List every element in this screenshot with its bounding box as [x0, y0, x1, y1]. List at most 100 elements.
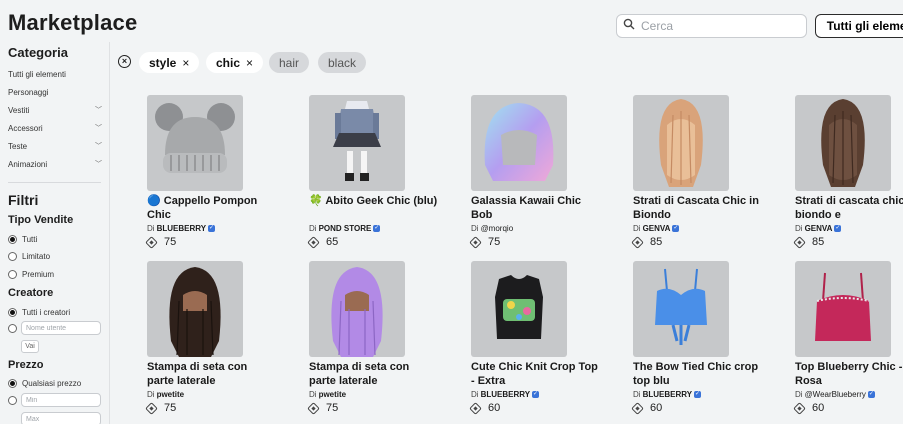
radio-unselected-icon — [8, 270, 17, 279]
sidebar-item-label: Personaggi — [8, 88, 49, 97]
item-creator[interactable]: Di @morqio — [471, 223, 601, 234]
sidebar-item-heads[interactable]: Teste ﹀ — [8, 141, 102, 151]
purple-long-hair-icon — [309, 261, 405, 357]
by-prefix: Di — [147, 224, 155, 233]
robux-icon — [307, 401, 320, 415]
item-creator[interactable]: Di POND STORE ✓ — [309, 223, 439, 234]
item-card[interactable]: Stampa di seta con parte laterale Di pwet… — [307, 261, 439, 415]
sidebar-item-label: Vestiti — [8, 105, 30, 115]
sidebar-item-characters[interactable]: Personaggi — [8, 88, 102, 97]
radio-creator-specific[interactable] — [8, 324, 22, 333]
item-price: 60 — [469, 401, 601, 415]
chip-style[interactable]: style × — [139, 52, 200, 73]
item-name[interactable]: Strati di Cascata Chic in Biondo — [633, 194, 763, 222]
creator-name: @morqio — [480, 224, 514, 233]
verified-badge-icon: ✓ — [867, 391, 875, 398]
item-creator[interactable]: Di GENVA ✓ — [633, 223, 763, 234]
item-creator[interactable]: Di pwetite — [309, 389, 439, 400]
sidebar-item-animations[interactable]: Animazioni ﹀ — [8, 159, 102, 169]
item-name[interactable]: 🍀 Abito Geek Chic (blu) — [309, 194, 439, 222]
chip-label: hair — [279, 55, 300, 70]
verified-badge-icon: ✓ — [532, 391, 540, 398]
by-prefix: Di — [633, 224, 641, 233]
chip-hair[interactable]: hair — [269, 52, 310, 73]
robux-icon — [469, 235, 482, 249]
search-box[interactable] — [616, 14, 807, 38]
chip-black[interactable]: black — [318, 52, 367, 73]
item-name[interactable]: 🔵 Cappello Pompon Chic — [147, 194, 277, 222]
price-value: 60 — [812, 402, 825, 414]
price-value: 75 — [326, 402, 339, 414]
chip-label: style — [149, 55, 177, 70]
radio-creator-all[interactable]: Tutti i creatori — [8, 308, 70, 317]
price-heading: Prezzo — [8, 359, 44, 371]
item-name[interactable]: Stampa di seta con parte laterale — [309, 360, 439, 388]
item-card[interactable]: Cute Chic Knit Crop Top - Extra Di BLUEBE… — [469, 261, 601, 415]
item-creator[interactable]: Di pwetite — [147, 389, 277, 400]
item-card[interactable]: Top Blueberry Chic - Rosa Di @WearBlueber… — [793, 261, 903, 415]
item-card[interactable]: Stampa di seta con parte laterale Di pwet… — [145, 261, 277, 415]
item-creator[interactable]: Di BLUEBERRY ✓ — [147, 223, 277, 234]
price-max-input[interactable] — [21, 412, 101, 424]
item-card[interactable]: Strati di cascata chic in biondo e DiGEN… — [793, 95, 903, 249]
radio-sales-premium[interactable]: Premium — [8, 270, 54, 279]
by-prefix: Di — [471, 224, 479, 233]
item-creator[interactable]: Di GENVA ✓ — [795, 223, 903, 234]
item-name[interactable]: Cute Chic Knit Crop Top - Extra — [471, 360, 601, 388]
radio-selected-icon — [8, 379, 17, 388]
sidebar-item-accessories[interactable]: Accessori ﹀ — [8, 123, 102, 133]
robux-icon — [307, 235, 320, 249]
item-card[interactable]: Strati di Cascata Chic in Biondo Di GENVA… — [631, 95, 763, 249]
verified-badge-icon: ✓ — [834, 225, 842, 232]
pink-top-icon — [795, 261, 891, 357]
radio-unselected-icon — [8, 396, 17, 405]
sidebar: Categoria Tutti gli elementi Personaggi … — [0, 42, 110, 424]
item-card[interactable]: Galassia Kawaii Chic Bob Di @morqio 75 — [469, 95, 601, 249]
chip-chic[interactable]: chic × — [206, 52, 264, 73]
item-name[interactable]: Strati di cascata chic in biondo e — [795, 194, 903, 222]
item-creator[interactable]: Di BLUEBERRY ✓ — [633, 389, 763, 400]
radio-selected-icon — [8, 235, 17, 244]
radio-sales-limited[interactable]: Limitato — [8, 252, 50, 261]
item-card[interactable]: The Bow Tied Chic crop top blu Di BLUEBER… — [631, 261, 763, 415]
price-value: 60 — [650, 402, 663, 414]
pastel-bob-hair-icon — [471, 95, 567, 191]
item-name[interactable]: Top Blueberry Chic - Rosa — [795, 360, 903, 388]
radio-price-custom[interactable] — [8, 396, 22, 405]
price-value: 85 — [812, 236, 825, 248]
item-name[interactable]: Galassia Kawaii Chic Bob — [471, 194, 601, 222]
robux-icon — [631, 401, 644, 415]
search-input[interactable] — [641, 19, 791, 33]
chevron-down-icon: ﹀ — [95, 125, 102, 132]
radio-sales-all[interactable]: Tutti — [8, 235, 37, 244]
filters-heading: Filtri — [8, 192, 39, 208]
radio-price-any[interactable]: Qualsiasi prezzo — [8, 379, 81, 388]
item-card[interactable]: 🔵 Cappello Pompon Chic Di BLUEBERRY ✓ 75 — [145, 95, 277, 249]
creator-name: BLUEBERRY — [480, 390, 531, 399]
item-name[interactable]: Stampa di seta con parte laterale — [147, 360, 277, 388]
sidebar-item-label: Accessori — [8, 123, 43, 133]
item-creator[interactable]: Di @WearBlueberry ✓ — [795, 389, 903, 400]
chevron-down-icon: ﹀ — [95, 143, 102, 150]
creator-name: BLUEBERRY — [642, 390, 693, 399]
sidebar-item-all[interactable]: Tutti gli elementi — [8, 70, 102, 79]
radio-label: Limitato — [22, 252, 51, 261]
chevron-down-icon: ﹀ — [95, 161, 102, 168]
price-min-input[interactable] — [21, 393, 101, 407]
clear-filters-icon[interactable]: × — [118, 55, 131, 68]
price-value: 75 — [164, 402, 177, 414]
item-name[interactable]: The Bow Tied Chic crop top blu — [633, 360, 763, 388]
all-items-dropdown[interactable]: Tutti gli elementi — [815, 14, 903, 38]
radio-label: Qualsiasi prezzo — [22, 379, 82, 388]
creator-name: @WearBlueberry — [804, 390, 866, 399]
item-card[interactable]: 🍀 Abito Geek Chic (blu) Di POND STORE ✓ 65 — [307, 95, 439, 249]
close-icon[interactable]: × — [182, 56, 189, 70]
brown-layered-hair-icon — [795, 95, 891, 191]
radio-unselected-icon — [8, 324, 17, 333]
sidebar-item-clothing[interactable]: Vestiti ﹀ — [8, 105, 102, 115]
close-icon[interactable]: × — [246, 56, 253, 70]
go-button[interactable]: Vai — [21, 340, 39, 353]
price-value: 65 — [326, 236, 339, 248]
username-input[interactable] — [21, 321, 101, 335]
item-creator[interactable]: Di BLUEBERRY ✓ — [471, 389, 601, 400]
